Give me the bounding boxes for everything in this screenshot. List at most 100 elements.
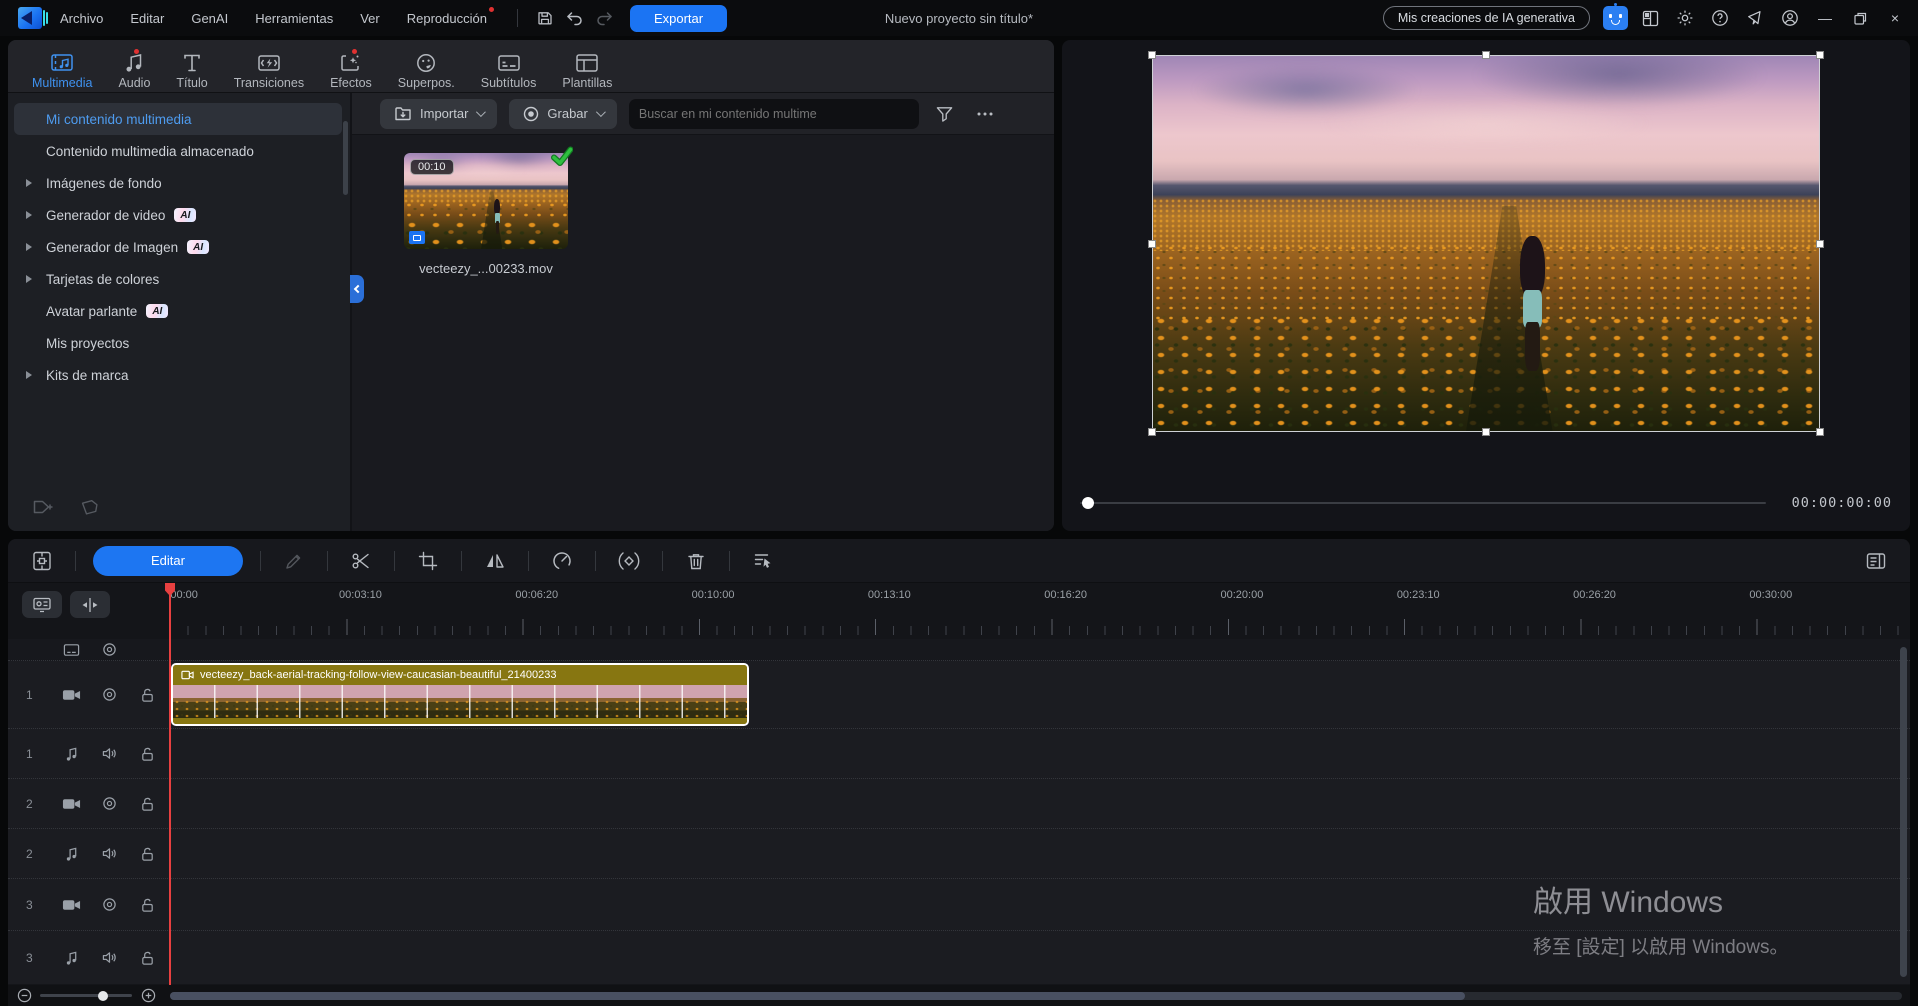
lock-toggle-icon[interactable] — [128, 897, 166, 913]
mute-toggle-icon[interactable] — [90, 746, 128, 761]
lock-toggle-icon[interactable] — [128, 950, 166, 966]
collapse-sidebar-button[interactable] — [350, 275, 364, 303]
tab-superposiciones[interactable]: Superpos. — [386, 46, 467, 90]
stop-button[interactable] — [1124, 530, 1144, 531]
sidebar-item[interactable]: Mi contenido multimedia — [14, 103, 342, 135]
close-button[interactable]: × — [1882, 5, 1908, 31]
lock-toggle-icon[interactable] — [128, 687, 166, 703]
import-button[interactable]: Importar — [380, 99, 497, 129]
zoom-out-icon[interactable] — [16, 988, 32, 1004]
horizontal-scrollbar[interactable] — [170, 992, 1902, 1000]
selection-handle[interactable] — [1816, 51, 1824, 59]
save-icon[interactable] — [530, 5, 560, 31]
seek-handle[interactable] — [1082, 497, 1094, 509]
horizontal-scrollbar-thumb[interactable] — [170, 992, 1465, 1000]
sidebar-scrollbar[interactable] — [343, 121, 348, 195]
maximize-button[interactable] — [1847, 5, 1873, 31]
ai-copilot-icon[interactable] — [1603, 6, 1628, 30]
media-item[interactable]: 00:10 vecteezy_...00233.mov — [404, 153, 568, 276]
more-options-icon[interactable] — [971, 100, 999, 128]
tab-transiciones[interactable]: Transiciones — [222, 46, 316, 90]
auto-ripple-icon[interactable] — [743, 546, 783, 576]
delete-trash-icon[interactable] — [676, 546, 716, 576]
mute-toggle-icon[interactable] — [90, 950, 128, 965]
menu-item[interactable]: Reproducción — [407, 11, 487, 26]
search-input[interactable] — [639, 107, 909, 121]
seek-bar[interactable] — [1080, 502, 1766, 504]
mirror-flip-icon[interactable] — [475, 546, 515, 576]
track-manager-button[interactable] — [22, 591, 62, 618]
vertical-scrollbar[interactable] — [1900, 647, 1907, 977]
menu-item[interactable]: Editar — [130, 11, 164, 26]
sidebar-item[interactable]: Contenido multimedia almacenado — [14, 135, 342, 167]
tag-icon[interactable] — [80, 497, 100, 517]
menu-item[interactable]: GenAI — [191, 11, 228, 26]
undo-icon[interactable] — [560, 5, 590, 31]
ai-creations-button[interactable]: Mis creaciones de IA generativa — [1383, 6, 1590, 30]
previous-frame-button[interactable] — [1160, 530, 1184, 531]
mute-toggle-icon[interactable] — [90, 846, 128, 861]
help-icon[interactable] — [1707, 5, 1733, 31]
export-button[interactable]: Exportar — [630, 5, 727, 32]
sidebar-item[interactable]: Imágenes de fondo — [14, 167, 342, 199]
zoom-slider-handle[interactable] — [98, 991, 108, 1001]
lock-toggle-icon[interactable] — [128, 796, 166, 812]
split-scissors-icon[interactable] — [341, 546, 381, 576]
visibility-toggle-icon[interactable] — [90, 642, 128, 657]
sidebar-item[interactable]: Generador de video AI — [14, 199, 342, 231]
expand-arrow-icon[interactable] — [26, 243, 32, 251]
tab-plantillas[interactable]: Plantillas — [550, 46, 624, 90]
selection-handle[interactable] — [1148, 240, 1156, 248]
menu-item[interactable]: Ver — [360, 11, 380, 26]
visibility-toggle-icon[interactable] — [90, 687, 128, 702]
sidebar-item[interactable]: Generador de Imagen AI — [14, 231, 342, 263]
zoom-in-icon[interactable] — [140, 988, 156, 1004]
tab-audio[interactable]: Audio — [106, 46, 162, 90]
selection-handle[interactable] — [1482, 428, 1490, 436]
visibility-toggle-icon[interactable] — [90, 897, 128, 912]
add-tag-icon[interactable] — [32, 497, 54, 517]
tab-titulo[interactable]: Título — [164, 46, 219, 90]
selection-handle[interactable] — [1148, 51, 1156, 59]
settings-gear-icon[interactable] — [1672, 5, 1698, 31]
visibility-toggle-icon[interactable] — [90, 796, 128, 811]
time-ruler[interactable]: 00:0000:03:1000:06:2000:10:0000:13:1000:… — [170, 583, 1910, 639]
sidebar-item[interactable]: Avatar parlante AI — [14, 295, 342, 327]
sidebar-item[interactable]: Mis proyectos — [14, 327, 342, 359]
play-button[interactable] — [1086, 530, 1108, 531]
redo-icon[interactable] — [590, 5, 620, 31]
pen-tool-icon[interactable] — [274, 546, 314, 576]
subtitle-track-row[interactable] — [8, 639, 1910, 661]
selection-handle[interactable] — [1816, 240, 1824, 248]
expand-arrow-icon[interactable] — [26, 371, 32, 379]
sidebar-item[interactable]: Kits de marca — [14, 359, 342, 391]
speed-icon[interactable] — [542, 546, 582, 576]
timeline-display-settings-icon[interactable] — [1856, 546, 1896, 576]
next-frame-button[interactable] — [1200, 530, 1224, 531]
filter-icon[interactable] — [931, 100, 959, 128]
sidebar-item[interactable]: Tarjetas de colores — [14, 263, 342, 295]
expand-arrow-icon[interactable] — [26, 211, 32, 219]
preview-video[interactable] — [1152, 55, 1820, 432]
feedback-icon[interactable] — [1742, 5, 1768, 31]
crop-icon[interactable] — [408, 546, 448, 576]
playhead[interactable] — [169, 583, 171, 985]
account-icon[interactable] — [1777, 5, 1803, 31]
snap-toggle-button[interactable] — [70, 591, 110, 618]
menu-item[interactable]: Herramientas — [255, 11, 333, 26]
minimize-button[interactable]: — — [1812, 5, 1838, 31]
edit-button[interactable]: Editar — [93, 546, 243, 576]
keyframe-icon[interactable] — [609, 546, 649, 576]
tab-efectos[interactable]: Efectos — [318, 46, 384, 90]
media-thumbnail[interactable]: 00:10 — [404, 153, 568, 249]
lock-toggle-icon[interactable] — [128, 846, 166, 862]
tab-subtitulos[interactable]: Subtítulos — [469, 46, 549, 90]
media-browser-icon[interactable] — [22, 546, 62, 576]
expand-arrow-icon[interactable] — [26, 179, 32, 187]
timeline-zoom-slider[interactable] — [40, 994, 132, 997]
selection-handle[interactable] — [1148, 428, 1156, 436]
timeline-clip[interactable]: vecteezy_back-aerial-tracking-follow-vie… — [171, 663, 749, 726]
tab-multimedia[interactable]: Multimedia — [20, 46, 104, 90]
selection-handle[interactable] — [1816, 428, 1824, 436]
lock-toggle-icon[interactable] — [128, 746, 166, 762]
